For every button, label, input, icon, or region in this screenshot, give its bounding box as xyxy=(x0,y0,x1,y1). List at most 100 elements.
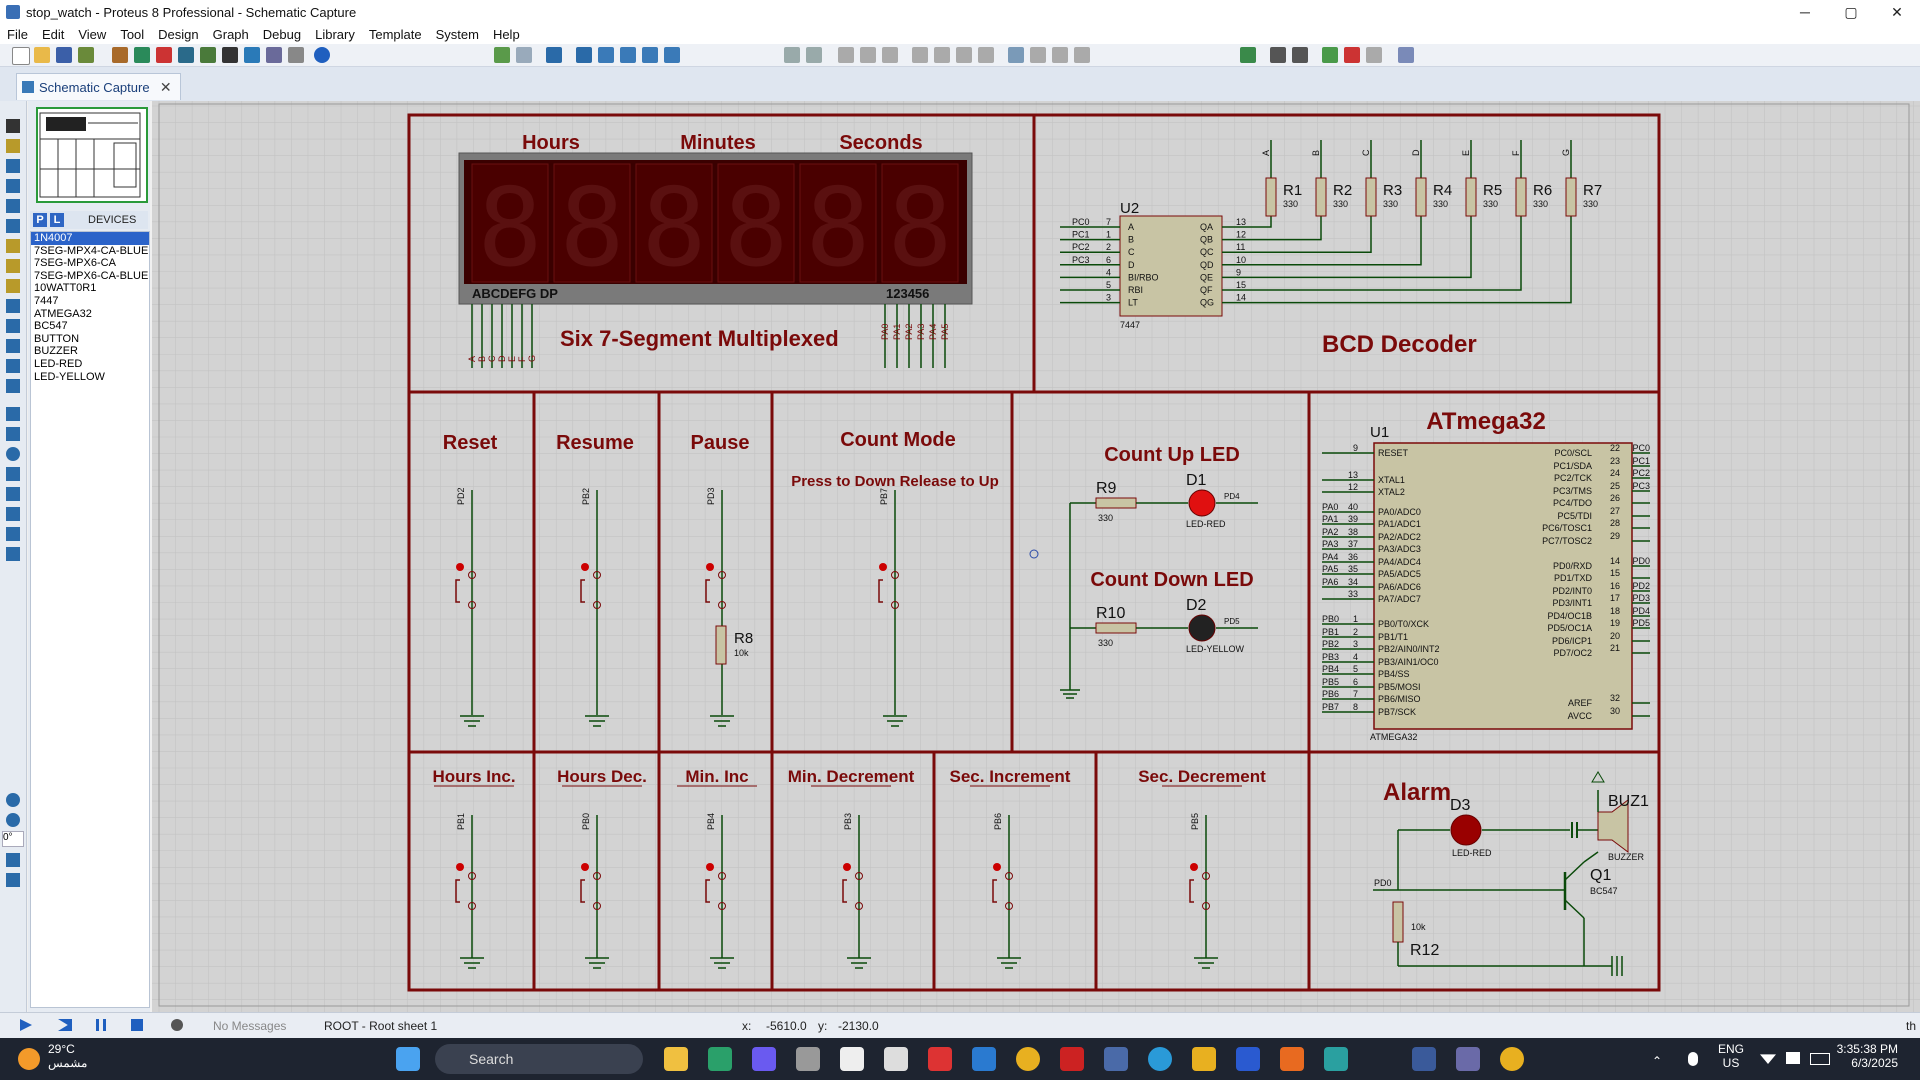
clock[interactable]: 3:35:38 PM 6/3/2025 xyxy=(1837,1042,1898,1070)
kicad-icon[interactable] xyxy=(1236,1047,1260,1071)
home-icon[interactable] xyxy=(112,47,128,63)
origin-icon[interactable] xyxy=(546,47,562,63)
library-manager-button[interactable]: L xyxy=(50,213,64,227)
exit-parent-icon[interactable] xyxy=(1366,47,1382,63)
symbol-icon[interactable] xyxy=(6,527,20,541)
buses-icon[interactable] xyxy=(6,219,20,233)
help-icon[interactable] xyxy=(314,47,330,63)
maximize-button[interactable]: ▢ xyxy=(1828,0,1874,24)
play-icon[interactable] xyxy=(20,1019,32,1031)
refresh-icon[interactable] xyxy=(494,47,510,63)
schematic-icon[interactable] xyxy=(134,47,150,63)
menu-debug[interactable]: Debug xyxy=(256,27,308,42)
wifi-icon[interactable] xyxy=(1760,1054,1776,1064)
stop-icon[interactable] xyxy=(131,1019,143,1031)
list-item[interactable]: 1N4007 xyxy=(31,232,149,245)
graph-icon[interactable] xyxy=(6,299,20,313)
menu-edit[interactable]: Edit xyxy=(35,27,71,42)
text-icon[interactable] xyxy=(6,507,20,521)
notes-icon[interactable] xyxy=(288,47,304,63)
tab-schematic-capture[interactable]: Schematic Capture ✕ xyxy=(16,73,181,100)
terminals-icon[interactable] xyxy=(6,259,20,273)
open-folder-icon[interactable] xyxy=(34,47,50,63)
remove-sheet-icon[interactable] xyxy=(1344,47,1360,63)
microphone-icon[interactable] xyxy=(1688,1052,1698,1066)
line-icon[interactable] xyxy=(6,407,20,421)
matlab-icon[interactable] xyxy=(1280,1047,1304,1071)
block-copy-icon[interactable] xyxy=(912,47,928,63)
redo-icon[interactable] xyxy=(806,47,822,63)
list-item[interactable]: 7SEG-MPX4-CA-BLUE xyxy=(31,245,149,258)
junction-icon[interactable] xyxy=(6,159,20,173)
save-icon[interactable] xyxy=(56,47,72,63)
gerber-icon[interactable] xyxy=(200,47,216,63)
app-icon[interactable] xyxy=(796,1047,820,1071)
step-icon[interactable] xyxy=(58,1019,72,1031)
app-icon[interactable] xyxy=(1412,1047,1436,1071)
box-icon[interactable] xyxy=(6,427,20,441)
weather-widget[interactable]: 29°C مشمس xyxy=(48,1042,87,1070)
taskbar-search[interactable]: Search xyxy=(435,1044,643,1074)
app-icon[interactable] xyxy=(1060,1047,1084,1071)
property-tool-icon[interactable] xyxy=(1292,47,1308,63)
zoom-out-icon[interactable] xyxy=(620,47,636,63)
app-icon[interactable] xyxy=(1456,1047,1480,1071)
app-icon[interactable] xyxy=(1324,1047,1348,1071)
component-mode-icon[interactable] xyxy=(6,139,20,153)
undo-icon[interactable] xyxy=(784,47,800,63)
block-move-icon[interactable] xyxy=(934,47,950,63)
telegram-icon[interactable] xyxy=(1148,1047,1172,1071)
instrument-icon[interactable] xyxy=(6,379,20,393)
save-all-icon[interactable] xyxy=(78,47,94,63)
block-rotate-icon[interactable] xyxy=(956,47,972,63)
generator-icon[interactable] xyxy=(6,339,20,353)
source-code-icon[interactable] xyxy=(266,47,282,63)
app-icon[interactable] xyxy=(1192,1047,1216,1071)
rotation-field[interactable]: 0° xyxy=(2,831,24,847)
decompose-icon[interactable] xyxy=(1074,47,1090,63)
probe-icon[interactable] xyxy=(6,359,20,373)
list-item[interactable]: 7447 xyxy=(31,295,149,308)
proteus-icon[interactable] xyxy=(1104,1047,1128,1071)
list-item[interactable]: 10WATT0R1 xyxy=(31,282,149,295)
rotate-ccw-icon[interactable] xyxy=(6,813,20,827)
battery-icon[interactable] xyxy=(1810,1053,1830,1065)
subcircuit-icon[interactable] xyxy=(6,239,20,253)
minimize-button[interactable]: ─ xyxy=(1782,0,1828,24)
list-item[interactable]: 7SEG-MPX6-CA-BLUE xyxy=(31,270,149,283)
menu-help[interactable]: Help xyxy=(486,27,527,42)
list-item[interactable]: 7SEG-MPX6-CA xyxy=(31,257,149,270)
foxit-icon[interactable] xyxy=(928,1047,952,1071)
pan-icon[interactable] xyxy=(576,47,592,63)
calendar-icon[interactable] xyxy=(884,1047,908,1071)
mirror-y-icon[interactable] xyxy=(6,873,20,887)
language-indicator[interactable]: ENG US xyxy=(1718,1042,1744,1070)
list-item[interactable]: BUTTON xyxy=(31,333,149,346)
list-item[interactable]: LED-YELLOW xyxy=(31,371,149,384)
wire-autorouter-icon[interactable] xyxy=(1240,47,1256,63)
list-item[interactable]: BC547 xyxy=(31,320,149,333)
start-icon[interactable] xyxy=(396,1047,420,1071)
rotate-cw-icon[interactable] xyxy=(6,793,20,807)
zoom-in-icon[interactable] xyxy=(598,47,614,63)
vscode-icon[interactable] xyxy=(972,1047,996,1071)
pick-device-icon[interactable] xyxy=(1008,47,1024,63)
pick-devices-button[interactable]: P xyxy=(33,213,47,227)
bom-icon[interactable] xyxy=(222,47,238,63)
info-icon[interactable] xyxy=(171,1019,183,1031)
chrome-icon[interactable] xyxy=(1016,1047,1040,1071)
list-item[interactable]: ATMEGA32 xyxy=(31,308,149,321)
discord-icon[interactable] xyxy=(752,1047,776,1071)
copy-icon[interactable] xyxy=(860,47,876,63)
recorder-icon[interactable] xyxy=(6,319,20,333)
selection-mode-icon[interactable] xyxy=(6,119,20,133)
grid-icon[interactable] xyxy=(516,47,532,63)
menu-graph[interactable]: Graph xyxy=(206,27,256,42)
weather-icon[interactable] xyxy=(18,1048,40,1070)
pause-icon[interactable] xyxy=(96,1019,106,1031)
package-tool-icon[interactable] xyxy=(1052,47,1068,63)
device-pins-icon[interactable] xyxy=(6,279,20,293)
schematic-canvas[interactable] xyxy=(152,101,1920,1012)
new-file-icon[interactable] xyxy=(12,47,30,65)
chrome-icon[interactable] xyxy=(1500,1047,1524,1071)
